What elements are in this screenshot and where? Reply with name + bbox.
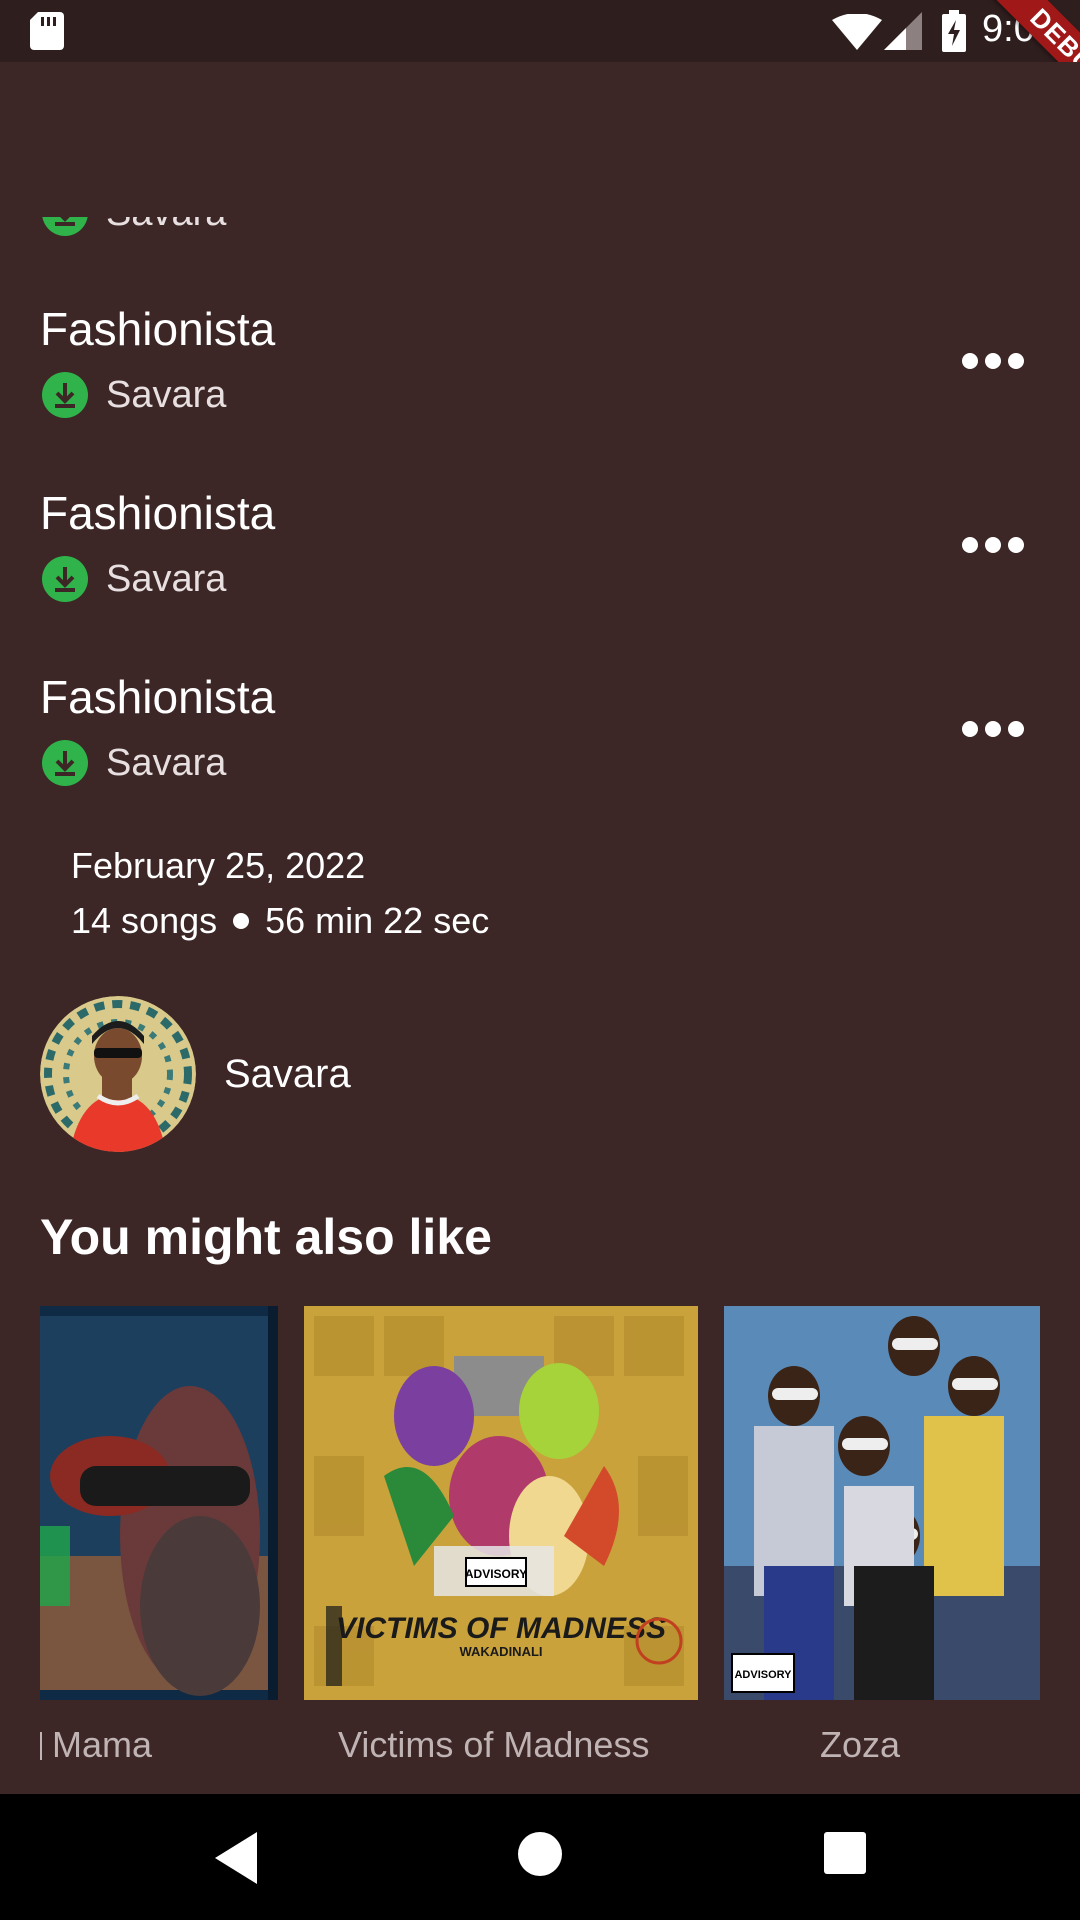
song-title[interactable]: Fashionista [40, 486, 275, 540]
status-bar: 9:06 [0, 0, 1080, 62]
nav-back-icon[interactable] [215, 1832, 265, 1884]
section-title: You might also like [40, 1209, 492, 1265]
song-artist-row: Savara [42, 372, 226, 418]
album-stats: 14 songs 56 min 22 sec [71, 900, 489, 942]
album-cover-zoza: ADVISORY [724, 1306, 1040, 1700]
nav-recents-icon[interactable] [824, 1832, 866, 1874]
album-card-mama[interactable]: Mama [40, 1306, 278, 1765]
svg-text:WAKADINALI: WAKADINALI [459, 1644, 542, 1659]
song-count: 14 songs [71, 900, 218, 941]
song-artist: Savara [106, 373, 227, 416]
album-card-zoza[interactable]: ADVISORY Zoza [724, 1306, 1040, 1765]
song-title[interactable]: Fashionista [40, 670, 275, 724]
battery-charging-icon [942, 10, 966, 52]
album-label: Mama [40, 1724, 152, 1766]
downloaded-icon [42, 372, 88, 418]
separator-dot [233, 913, 250, 929]
album-label: Victims of Madness [338, 1724, 650, 1765]
signal-icon [884, 12, 922, 50]
album-cover-victims-of-madness: ADVISORY VICTIMS OF MADNESS WAKADINALI [304, 1306, 698, 1700]
more-options-icon[interactable] [960, 341, 1026, 381]
svg-text:ADVISORY: ADVISORY [465, 1567, 527, 1581]
wifi-icon [832, 14, 882, 50]
more-options-icon[interactable] [960, 525, 1026, 565]
downloaded-icon [42, 556, 88, 602]
system-navigation-bar [0, 1794, 1080, 1920]
artist-card[interactable]: Savara [40, 996, 351, 1152]
album-duration: 56 min 22 sec [265, 900, 490, 941]
album-cover-mama [40, 1306, 278, 1700]
song-title[interactable]: Fashionista [40, 302, 275, 356]
album-label: Zoza [820, 1724, 901, 1765]
sd-card-icon [30, 12, 64, 50]
nav-home-icon[interactable] [518, 1832, 562, 1876]
song-artist: Savara [106, 557, 227, 600]
app-bar [0, 62, 1080, 217]
song-artist: Savara [106, 741, 227, 784]
song-artist-row: Savara [42, 556, 226, 602]
recommendations-carousel[interactable]: Mama ADVISORY VICTIMS OF MADNESS WAKADIN… [40, 1306, 1040, 1766]
song-artist-row: Savara [42, 740, 226, 786]
svg-text:ADVISORY: ADVISORY [734, 1669, 792, 1681]
album-release-date: February 25, 2022 [71, 845, 366, 886]
more-options-icon[interactable] [960, 709, 1026, 749]
svg-text:VICTIMS OF MADNESS: VICTIMS OF MADNESS [336, 1612, 666, 1645]
album-card-victims-of-madness[interactable]: ADVISORY VICTIMS OF MADNESS WAKADINALI V… [304, 1306, 698, 1765]
avatar [40, 996, 196, 1152]
artist-name: Savara [224, 1051, 351, 1096]
downloaded-icon [42, 740, 88, 786]
